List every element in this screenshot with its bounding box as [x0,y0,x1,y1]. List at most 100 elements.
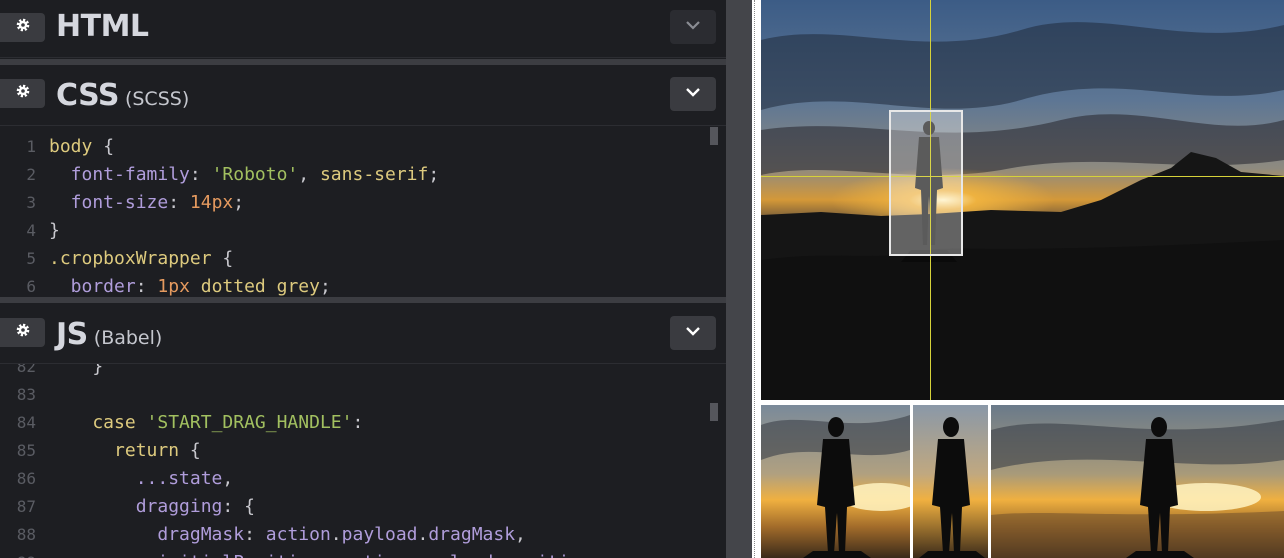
code-text: return { [49,437,201,465]
code-token: payload [418,552,494,558]
code-token: border [49,276,136,297]
js-preprocessor-label: (Babel) [93,327,163,349]
code-token: . [330,524,342,545]
line-number: 6 [26,277,36,296]
css-editor-scrollbar[interactable] [710,127,718,145]
css-panel-title: CSS (SCSS) [56,78,190,113]
code-token: 14px [189,192,234,213]
code-token: return [49,440,180,461]
code-token: } [49,220,60,241]
js-panel-toggle-button[interactable] [670,316,716,350]
html-panel-header: HTML [0,0,726,58]
crosshair-horizontal [761,176,1284,177]
code-token: , [515,524,526,545]
js-editor-scrollbar[interactable] [710,403,718,421]
cropbox-wrapper-border [752,0,760,558]
line-number: 84 [16,413,36,432]
line-number: 1 [26,137,36,156]
code-token: { [179,440,201,461]
code-text: border: 1px dotted grey; [49,273,331,297]
code-token: font-size [49,192,169,213]
code-text: ...state, [49,465,234,493]
code-token: dotted grey [189,276,320,297]
line-number: 86 [16,469,36,488]
css-code-editor[interactable]: 1 body {2 font-family: 'Roboto', sans-ser… [0,127,726,297]
line-number: 82 [16,364,36,376]
sunset-landscape-image [761,0,1284,400]
code-token: action [265,524,331,545]
code-token: , [298,164,320,185]
code-token: font-family [49,164,190,185]
gear-icon [15,17,31,38]
chevron-down-icon [684,18,702,36]
code-token: ; [428,164,440,185]
code-token: { [92,136,115,157]
line-number: 89 [0,549,36,558]
css-panel-toggle-button[interactable] [670,77,716,111]
line-number: 3 [26,193,36,212]
js-settings-button[interactable] [0,318,45,347]
code-token: case [49,412,147,433]
code-token: . [417,524,429,545]
css-settings-button[interactable] [0,79,45,108]
code-text: body { [49,133,114,161]
crop-box-handle[interactable] [889,110,963,256]
code-token: position [504,552,591,558]
html-panel-title: HTML [56,9,149,44]
line-number: 87 [16,497,36,516]
code-token: , [591,552,602,558]
css-panel-header: CSS (SCSS) [0,65,726,126]
code-token: .cropboxWrapper [49,248,212,269]
code-token: initialPosition [49,552,320,558]
code-token: body [49,136,93,157]
code-text: case 'START_DRAG_HANDLE': [49,409,363,437]
code-editors: HTML CSS (SCSS) 1 body {2 font-family: 'Ro… [0,0,726,558]
code-text: initialPosition: action.payload.position… [49,549,602,558]
code-token: ; [233,192,245,213]
code-token: dragMask [49,524,245,545]
code-token: , [222,468,234,489]
code-token: : [320,552,342,558]
crop-preview-thumbnail-3 [991,405,1284,558]
gear-icon [15,322,31,343]
line-number: 5 [26,249,36,268]
js-panel-header: JS (Babel) [0,303,726,364]
code-token: ...state [49,468,223,489]
line-number: 83 [16,385,36,404]
code-token: : [352,412,364,433]
line-number: 4 [26,221,36,240]
crop-preview-thumbnail-2 [913,405,988,558]
js-code-editor[interactable]: 82 } 83 84 case 'START_DRAG_HANDLE': 85 ret… [0,364,726,558]
code-token: . [493,552,504,558]
html-panel-toggle-button[interactable] [670,10,716,44]
code-token: : { [222,496,255,517]
code-token: 'START_DRAG_HANDLE' [146,412,353,433]
chevron-down-icon [684,324,702,342]
code-token: : [135,276,158,297]
code-token: payload [341,524,418,545]
crop-preview-thumbnail-1 [761,405,910,558]
code-token: : [189,164,212,185]
source-image [761,0,1284,400]
chevron-down-icon [684,85,702,103]
code-text: font-size: 14px; [49,189,244,217]
css-preprocessor-label: (SCSS) [124,88,190,110]
html-settings-button[interactable] [0,13,45,42]
line-number: 2 [26,165,36,184]
code-token: 1px [157,276,190,297]
code-token: dragMask [428,524,516,545]
editor-preview-resizer[interactable] [726,0,752,558]
code-text: dragMask: action.payload.dragMask, [49,521,526,549]
gear-icon [15,83,31,104]
code-text: dragging: { [49,493,255,521]
code-token: 'Roboto' [211,164,299,185]
code-token: . [407,552,418,558]
js-panel-title: JS (Babel) [56,317,163,352]
code-text: .cropboxWrapper { [49,245,233,273]
code-token: sans-serif [319,164,429,185]
result-preview [760,0,1284,558]
code-text: } [49,217,60,245]
code-token: : [168,192,190,213]
line-number: 88 [16,525,36,544]
code-text: } [49,364,103,381]
